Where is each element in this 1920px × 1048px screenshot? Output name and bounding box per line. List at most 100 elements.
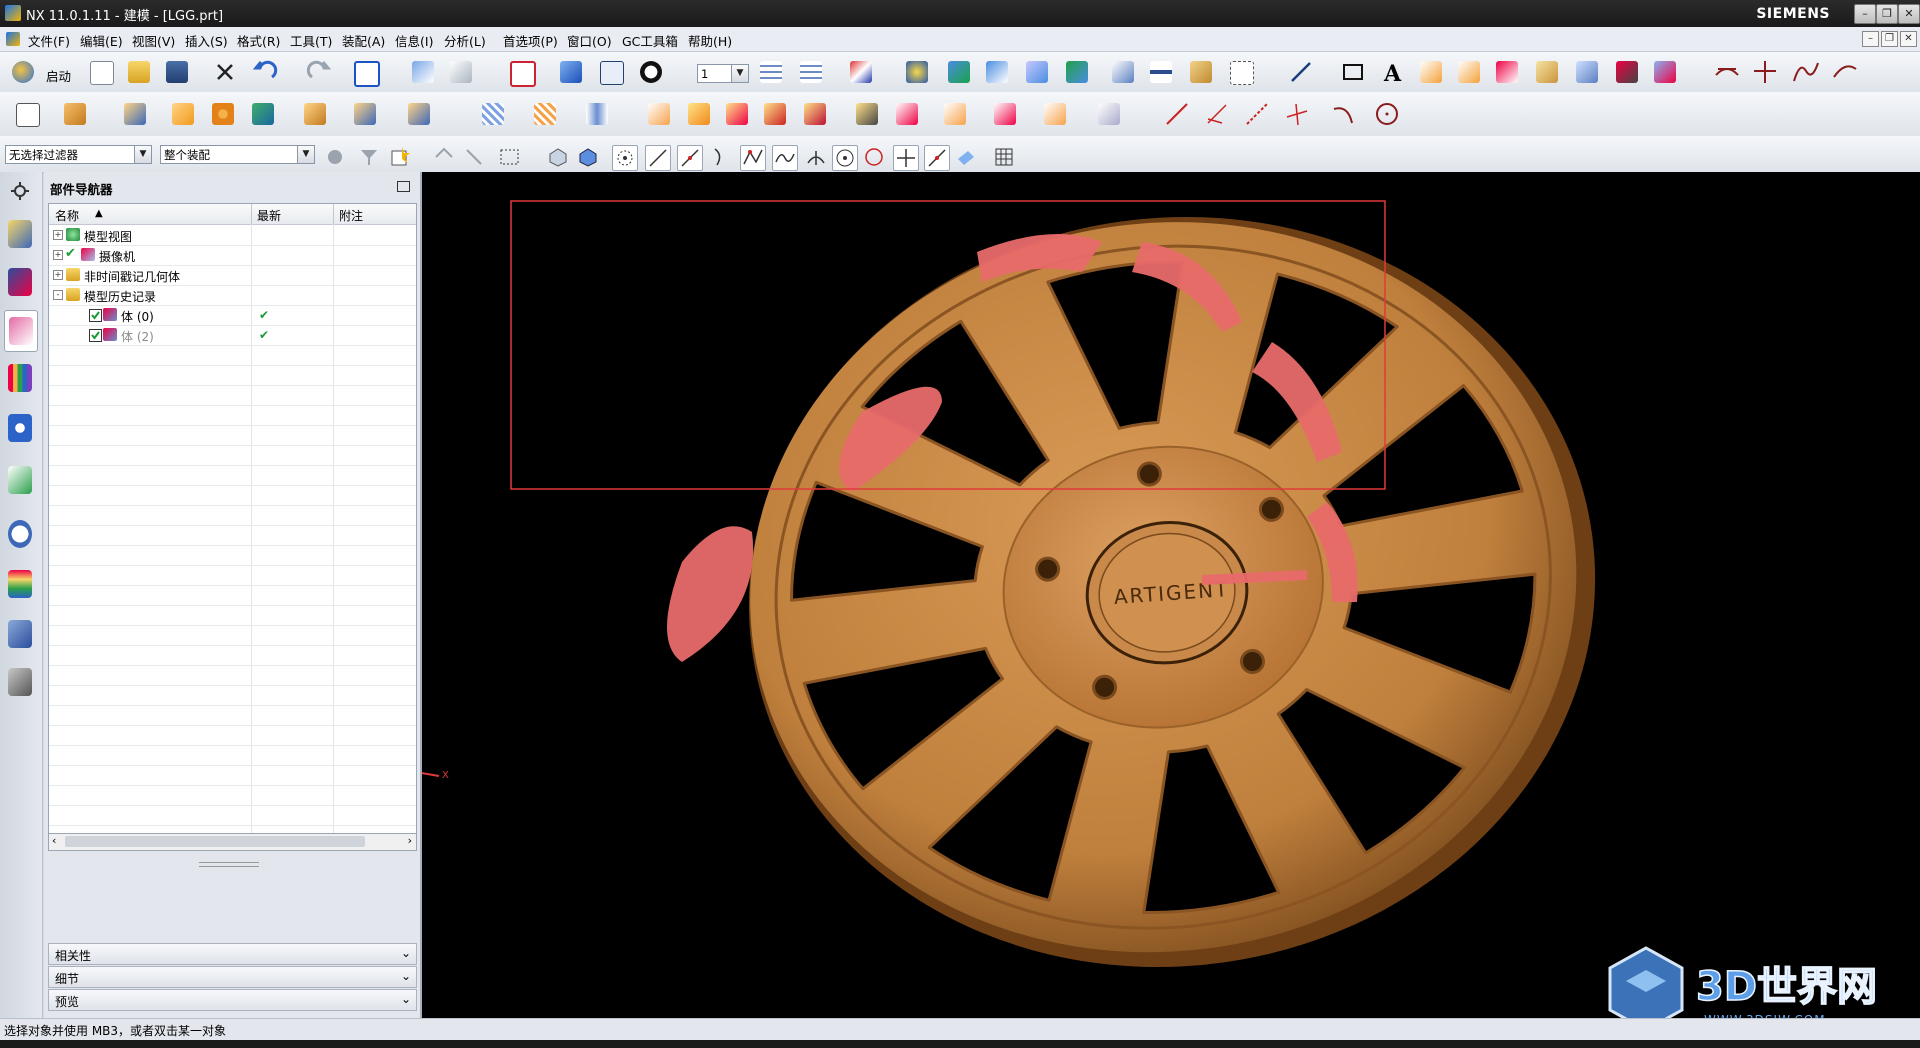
- sweep-button[interactable]: [582, 99, 612, 129]
- curve-tool-1-button[interactable]: [1416, 57, 1446, 87]
- general-filter-button[interactable]: [323, 145, 347, 169]
- group-face-button[interactable]: [1040, 99, 1070, 129]
- doc-close-button[interactable]: ✕: [1900, 31, 1917, 47]
- menu-view[interactable]: 视图(V): [132, 31, 175, 50]
- sketch-button[interactable]: [12, 99, 42, 129]
- preview-section[interactable]: 预览 ⌄: [48, 989, 417, 1011]
- column-divider[interactable]: [333, 204, 334, 224]
- doc-restore-button[interactable]: ❐: [1881, 31, 1898, 47]
- subtract-button[interactable]: [300, 99, 330, 129]
- snap-point-on-curve-button[interactable]: [924, 145, 950, 171]
- pattern-button[interactable]: [208, 99, 238, 129]
- arc-button[interactable]: [1328, 99, 1358, 129]
- menu-format[interactable]: 格式(R): [237, 31, 280, 50]
- cross-line-button[interactable]: [1282, 99, 1312, 129]
- curve-length-button[interactable]: [1790, 57, 1820, 87]
- snap-arc-center-button[interactable]: [832, 145, 858, 171]
- tree-row-cameras[interactable]: + ✔ 摄像机: [49, 245, 416, 266]
- snap-control-point-button[interactable]: [740, 145, 766, 171]
- view-triad[interactable]: X Y: [422, 730, 449, 781]
- rectangle-select-button[interactable]: [498, 145, 522, 169]
- line-button[interactable]: [1286, 57, 1316, 87]
- part-navigator-tab[interactable]: [4, 310, 38, 352]
- snap-perpendicular-button[interactable]: [804, 145, 828, 169]
- menu-analysis[interactable]: 分析(L): [444, 31, 486, 50]
- rectangle-button[interactable]: [1338, 57, 1368, 87]
- open-button[interactable]: [124, 57, 154, 87]
- unite-button[interactable]: [248, 99, 278, 129]
- curve-tool-7-button[interactable]: [1650, 57, 1680, 87]
- web-browser-tab[interactable]: [4, 408, 36, 448]
- thicken-button[interactable]: [530, 99, 560, 129]
- app-menu-icon[interactable]: [6, 32, 20, 46]
- column-divider[interactable]: [251, 204, 252, 224]
- pattern-face-button[interactable]: [990, 99, 1020, 129]
- intersect-button[interactable]: [350, 99, 380, 129]
- expand-icon[interactable]: +: [53, 230, 63, 240]
- menu-assembly[interactable]: 装配(A): [342, 31, 385, 50]
- dependencies-section[interactable]: 相关性 ⌄: [48, 943, 417, 965]
- filter-funnel-button[interactable]: [357, 145, 381, 169]
- system-materials-tab[interactable]: [4, 514, 36, 554]
- constraint-navigator-tab[interactable]: [4, 262, 36, 302]
- dashed-line-button[interactable]: [1242, 99, 1272, 129]
- visibility-checkbox[interactable]: [89, 309, 102, 322]
- panel-splitter[interactable]: [199, 862, 259, 867]
- zoom-fit-button[interactable]: [506, 57, 536, 87]
- role-tab[interactable]: [4, 662, 36, 702]
- sync-move-face-button[interactable]: [644, 99, 674, 129]
- visibility-checkbox[interactable]: [89, 329, 102, 342]
- manufacturing-wizard-tab[interactable]: [4, 614, 36, 654]
- curve-tool-6-button[interactable]: [1612, 57, 1642, 87]
- snap-line-button[interactable]: [645, 145, 671, 171]
- measure-angle-button[interactable]: [1186, 57, 1216, 87]
- expand-icon[interactable]: +: [53, 270, 63, 280]
- measure-distance-button[interactable]: [1146, 57, 1176, 87]
- select-all-button[interactable]: [388, 145, 412, 169]
- maximize-panel-icon[interactable]: [397, 181, 410, 192]
- new-button[interactable]: [86, 57, 116, 87]
- circle-button[interactable]: [1372, 99, 1402, 129]
- expand-icon[interactable]: +: [53, 250, 63, 260]
- tree-row-model-history[interactable]: - 模型历史记录: [49, 285, 416, 306]
- menu-preferences[interactable]: 首选项(P): [503, 31, 558, 50]
- menu-insert[interactable]: 插入(S): [185, 31, 228, 50]
- snap-face-button[interactable]: [954, 145, 978, 169]
- sync-resize-button[interactable]: [800, 99, 830, 129]
- column-notes-header[interactable]: 附注: [339, 207, 363, 224]
- start-button[interactable]: [8, 57, 38, 87]
- sync-pull-face-button[interactable]: [684, 99, 714, 129]
- restore-button[interactable]: ❐: [1876, 4, 1898, 24]
- curve-tool-4-button[interactable]: [1532, 57, 1562, 87]
- history-tab[interactable]: [4, 460, 36, 500]
- doc-minimize-button[interactable]: –: [1862, 31, 1879, 47]
- extrude-button[interactable]: [60, 99, 90, 129]
- sync-offset-face-button[interactable]: [722, 99, 752, 129]
- menu-gc-toolbox[interactable]: GC工具箱: [622, 31, 678, 50]
- point-info-button[interactable]: [1226, 57, 1256, 87]
- scroll-right-icon[interactable]: ›: [408, 834, 412, 847]
- snap-endpoint-button[interactable]: [612, 145, 638, 171]
- wheel-model[interactable]: ARTIGENT X Y: [422, 172, 1920, 1018]
- column-latest-header[interactable]: 最新: [257, 207, 281, 224]
- hide-button[interactable]: [1022, 57, 1052, 87]
- details-section[interactable]: 细节 ⌄: [48, 966, 417, 988]
- save-button[interactable]: [162, 57, 192, 87]
- graphics-window[interactable]: ARTIGENT X Y: [422, 172, 1920, 1018]
- csys-button[interactable]: [846, 57, 876, 87]
- grid-button[interactable]: [992, 145, 1016, 169]
- fillet-curve-button[interactable]: [1830, 57, 1860, 87]
- horizontal-scrollbar[interactable]: ‹ ›: [48, 833, 417, 851]
- deselect-button[interactable]: [462, 145, 486, 169]
- text-button[interactable]: A: [1378, 57, 1408, 87]
- tree-row-non-timestamp-geometry[interactable]: + 非时间戳记几何体: [49, 265, 416, 286]
- close-button[interactable]: ✕: [1898, 4, 1920, 24]
- wcs-button[interactable]: [446, 57, 476, 87]
- divide-curve-button[interactable]: [1750, 57, 1780, 87]
- render-style-button[interactable]: [636, 57, 666, 87]
- layer-settings-button[interactable]: [756, 57, 786, 87]
- menu-help[interactable]: 帮助(H): [688, 31, 732, 50]
- scroll-left-icon[interactable]: ‹: [52, 834, 56, 847]
- work-layer-select[interactable]: 1 ▼: [697, 64, 749, 83]
- copy-face-button[interactable]: [892, 99, 922, 129]
